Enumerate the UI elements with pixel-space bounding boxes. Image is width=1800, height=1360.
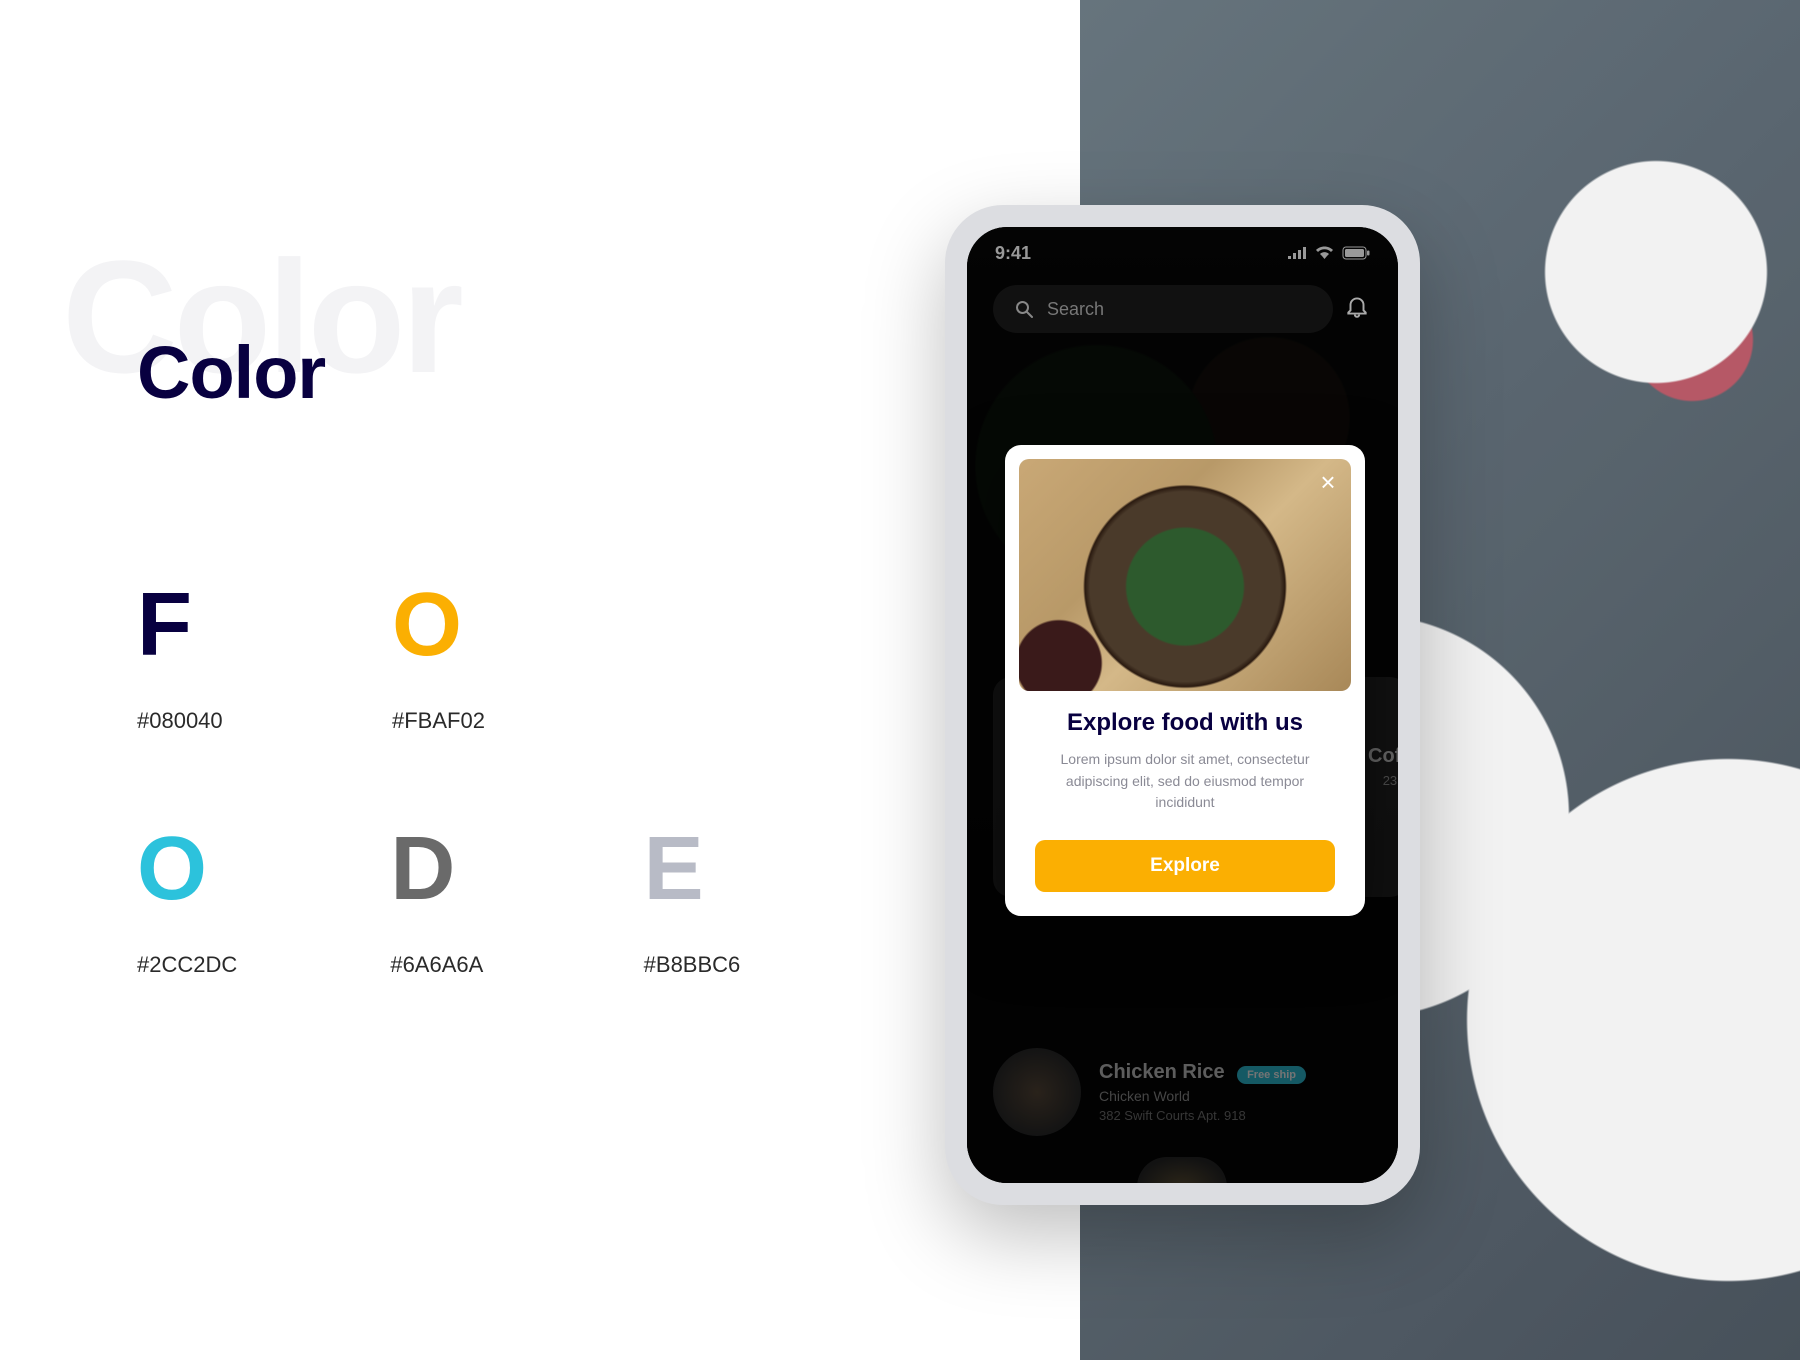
peek-item-title: Coff <box>1368 745 1398 768</box>
list-item[interactable]: Chicken Rice Free ship Chicken World 382… <box>993 1037 1372 1147</box>
swatch-letter: O <box>392 580 647 670</box>
notifications-button[interactable] <box>1344 293 1370 319</box>
swatch-grid: F #080040 O #FBAF02 O #2CC2DC D #6A6A6A <box>137 580 897 1068</box>
section-title: Color <box>137 330 325 415</box>
statusbar: 9:41 <box>967 239 1398 267</box>
list-item-thumb <box>993 1048 1081 1136</box>
search-input[interactable]: Search <box>993 285 1333 333</box>
modal-title: Explore food with us <box>1035 709 1335 737</box>
swatch-letter: O <box>137 824 390 914</box>
modal-description: Lorem ipsum dolor sit amet, consectetur … <box>1035 749 1335 814</box>
signal-icon <box>1287 246 1307 260</box>
close-icon[interactable]: × <box>1315 469 1341 495</box>
swatch-hex: #080040 <box>137 708 392 734</box>
list-item-title: Chicken Rice <box>1099 1061 1225 1083</box>
explore-button[interactable]: Explore <box>1035 840 1335 892</box>
color-swatch: O #2CC2DC <box>137 824 390 978</box>
swatch-hex: #FBAF02 <box>392 708 647 734</box>
color-swatch: E #B8BBC6 <box>644 824 897 978</box>
search-placeholder: Search <box>1047 299 1104 320</box>
free-ship-badge: Free ship <box>1237 1066 1306 1084</box>
explore-modal: × Explore food with us Lorem ipsum dolor… <box>1005 445 1365 916</box>
color-style-panel: Color Color F #080040 O #FBAF02 O #2CC2D… <box>0 0 1080 1360</box>
modal-hero-image: × <box>1019 459 1351 691</box>
status-time: 9:41 <box>995 243 1031 264</box>
swatch-letter: D <box>390 824 643 914</box>
battery-icon <box>1342 246 1370 260</box>
status-icons <box>1287 246 1370 260</box>
list-item-subtitle: Chicken World <box>1099 1088 1306 1104</box>
swatch-hex: #B8BBC6 <box>644 952 897 978</box>
list-item-peek <box>1137 1157 1227 1183</box>
swatch-letter: E <box>644 824 897 914</box>
swatch-hex: #2CC2DC <box>137 952 390 978</box>
swatch-hex: #6A6A6A <box>390 952 643 978</box>
phone-screen: 9:41 Search Coff 23 p <box>967 227 1398 1183</box>
color-swatch: F #080040 <box>137 580 392 734</box>
swatch-letter: F <box>137 580 392 670</box>
search-icon <box>1015 300 1033 318</box>
wifi-icon <box>1315 246 1334 260</box>
color-swatch: O #FBAF02 <box>392 580 647 734</box>
color-swatch: D #6A6A6A <box>390 824 643 978</box>
peek-item-sub: 23 p <box>1383 773 1398 788</box>
list-item-address: 382 Swift Courts Apt. 918 <box>1099 1108 1306 1123</box>
phone-mockup: 9:41 Search Coff 23 p <box>945 205 1420 1205</box>
